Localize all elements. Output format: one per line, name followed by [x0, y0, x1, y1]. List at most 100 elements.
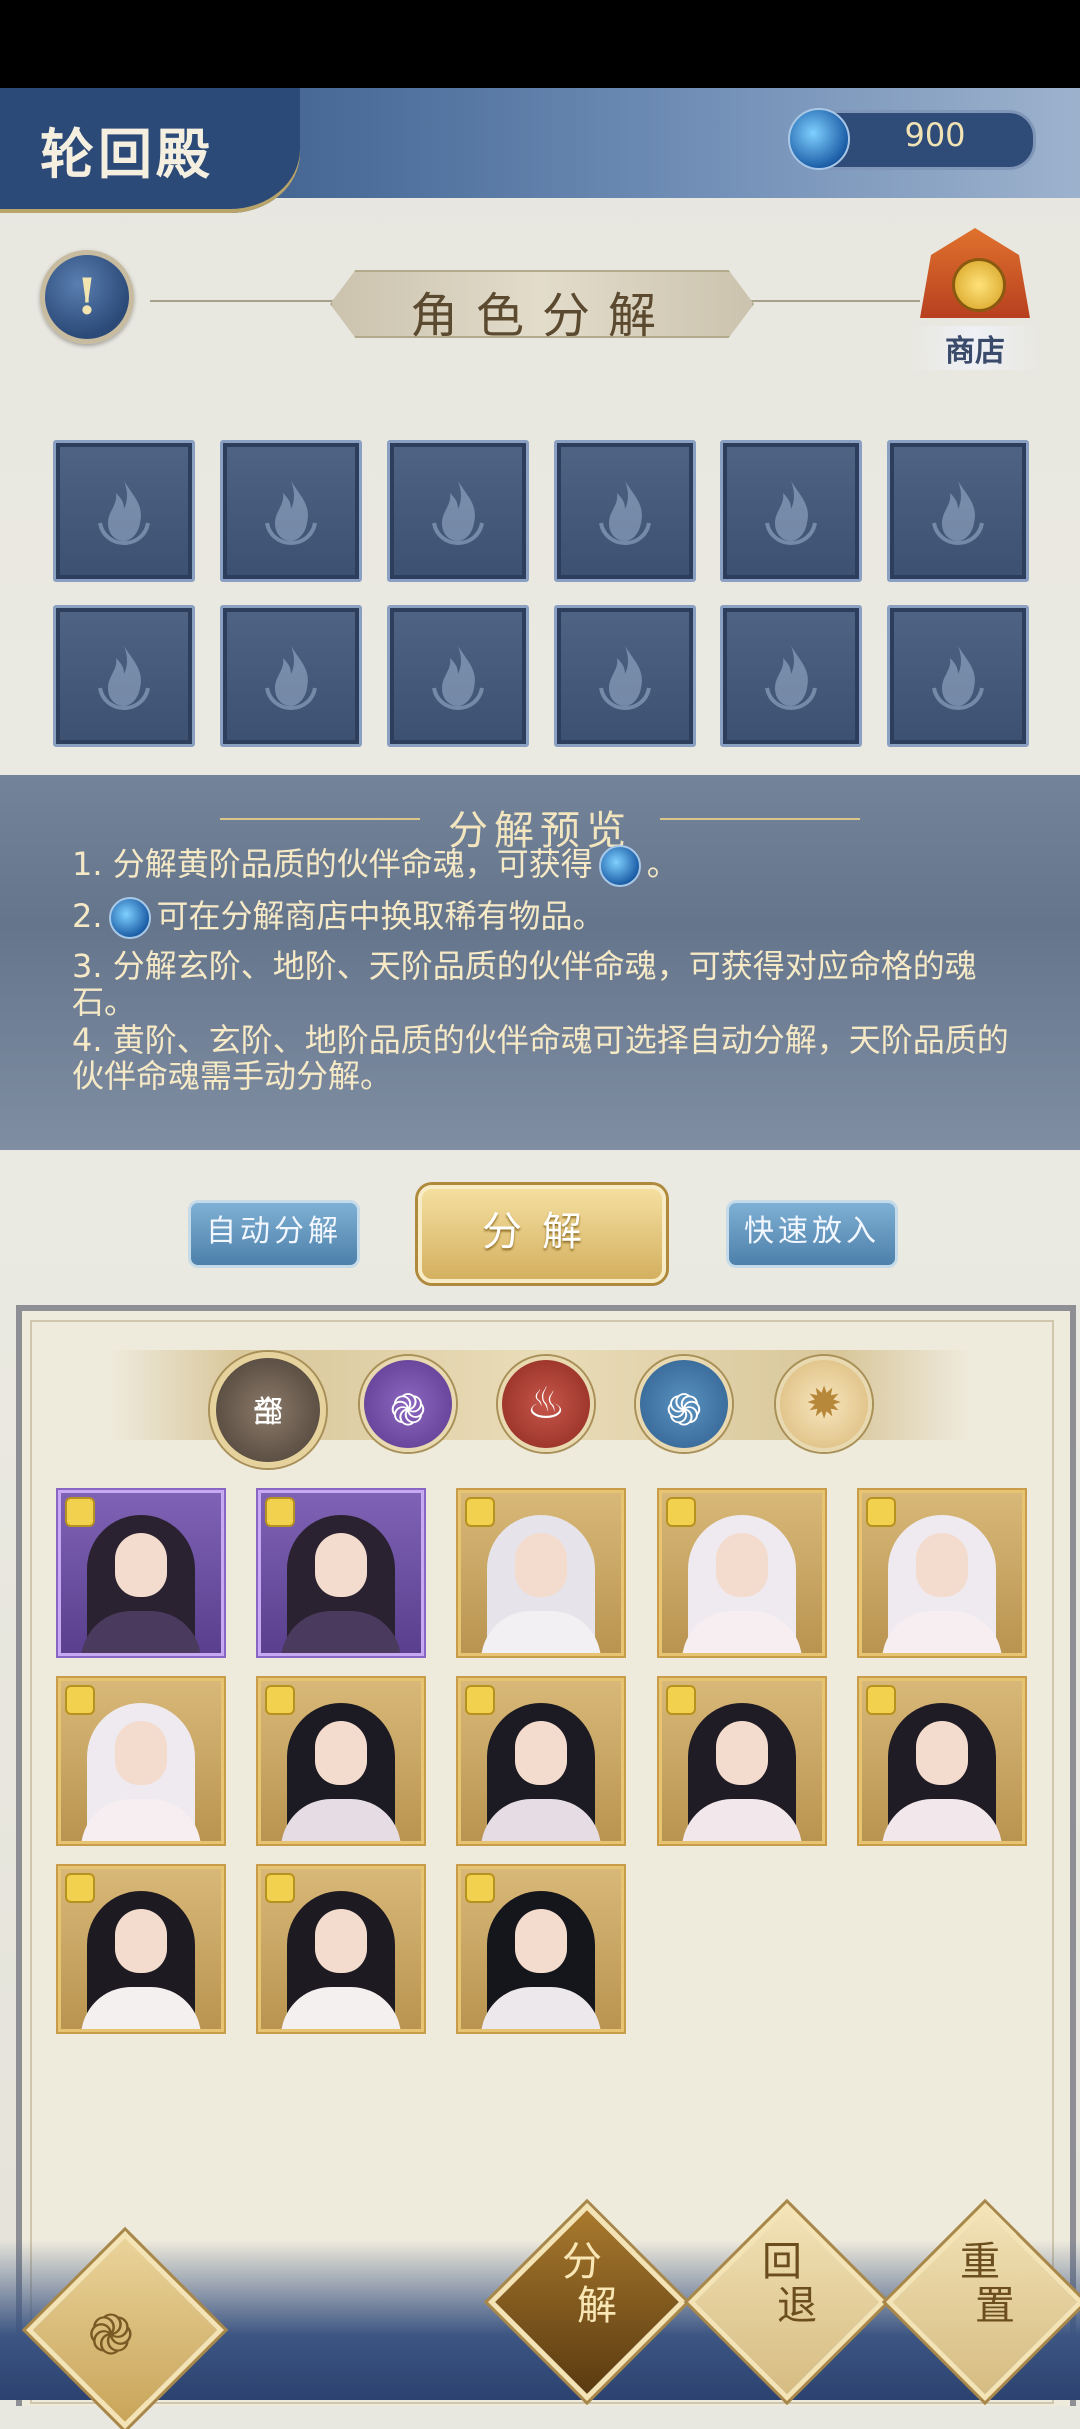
puzzle-piece-icon — [467, 1499, 493, 1525]
soul-orb-icon — [788, 108, 850, 170]
partner-card[interactable] — [859, 1678, 1025, 1844]
coin-icon — [952, 258, 1006, 312]
puzzle-piece-icon — [868, 1499, 894, 1525]
flame-icon: ♨ — [526, 1378, 566, 1429]
soul-flame-icon — [928, 477, 988, 547]
back-bottom: 退 — [777, 2283, 817, 2329]
portrait-face — [115, 1909, 167, 1973]
portrait-face — [515, 1721, 567, 1785]
reset-label: 重置 — [915, 2240, 1045, 2328]
shop-button[interactable]: 商店 — [910, 218, 1040, 370]
status-bar — [0, 0, 1080, 88]
partner-card[interactable] — [258, 1678, 424, 1844]
reset-bottom: 置 — [975, 2283, 1015, 2329]
preview-line-3: 3. 分解玄阶、地阶、天阶品质的伙伴命魂，可获得对应命格的魂石。 — [72, 947, 977, 1021]
preview-line-1-end: 。 — [646, 845, 679, 883]
soul-flame-icon — [94, 642, 154, 712]
puzzle-piece-icon — [467, 1875, 493, 1901]
soul-flame-icon — [928, 642, 988, 712]
decompose-slot[interactable] — [887, 440, 1029, 582]
filter-light-button[interactable]: ✹ — [776, 1356, 872, 1452]
preview-line-2-num: 2. — [72, 897, 103, 935]
portrait-face — [115, 1533, 167, 1597]
decompose-slot[interactable] — [220, 605, 362, 747]
puzzle-piece-icon — [868, 1687, 894, 1713]
filter-fire-button[interactable]: ♨ — [498, 1356, 594, 1452]
portrait-face — [115, 1721, 167, 1785]
puzzle-piece-icon — [267, 1499, 293, 1525]
quick-place-button[interactable]: 快速放入 — [726, 1200, 898, 1268]
currency-value: 900 — [904, 116, 966, 154]
soul-orb-icon — [598, 845, 641, 887]
puzzle-piece-icon — [668, 1499, 694, 1525]
soul-flame-icon — [761, 642, 821, 712]
sun-icon: ✹ — [805, 1378, 843, 1429]
puzzle-piece-icon — [67, 1499, 93, 1525]
soul-flame-icon — [94, 477, 154, 547]
exclamation-icon: ! — [76, 267, 98, 326]
decompose-slot[interactable] — [720, 605, 862, 747]
back-label: 回退 — [717, 2240, 847, 2328]
filter-water-button[interactable]: ֍ — [636, 1356, 732, 1452]
decompose-button[interactable]: 分解 — [418, 1185, 666, 1283]
decompose-slot[interactable] — [220, 440, 362, 582]
filter-all-label-2: 部 — [253, 1395, 283, 1430]
partner-card[interactable] — [458, 1490, 624, 1656]
reset-top: 重 — [960, 2239, 1000, 2285]
partner-card[interactable] — [58, 1866, 224, 2032]
puzzle-piece-icon — [467, 1687, 493, 1713]
puzzle-piece-icon — [67, 1687, 93, 1713]
decompose-slot[interactable] — [387, 605, 529, 747]
portrait-face — [515, 1909, 567, 1973]
soul-orb-icon — [108, 897, 151, 939]
wave-icon: ֍ — [666, 1385, 702, 1436]
info-button[interactable]: ! — [40, 250, 134, 344]
partner-card[interactable] — [58, 1490, 224, 1656]
decompose-slot[interactable] — [720, 440, 862, 582]
swirl-icon: ֎ — [390, 1385, 426, 1436]
preview-line-4: 4. 黄阶、玄阶、地阶品质的伙伴命魂可选择自动分解，天阶品质的伙伴命魂需手动分解… — [72, 1021, 1009, 1095]
partner-card[interactable] — [458, 1866, 624, 2032]
partner-card[interactable] — [659, 1490, 825, 1656]
bottom-decompose-bottom: 解 — [577, 2283, 617, 2329]
preview-line-1: 1. 分解黄阶品质的伙伴命魂，可获得 。 — [72, 845, 1012, 887]
soul-flame-icon — [595, 477, 655, 547]
soul-flame-icon — [428, 642, 488, 712]
portrait-face — [315, 1533, 367, 1597]
portrait-face — [315, 1909, 367, 1973]
soul-flame-icon — [261, 642, 321, 712]
partner-card[interactable] — [58, 1678, 224, 1844]
decompose-slot[interactable] — [387, 440, 529, 582]
decompose-slot[interactable] — [53, 440, 195, 582]
bottom-decompose-label: 分解 — [517, 2240, 647, 2328]
soul-flame-icon — [428, 477, 488, 547]
filter-purple-button[interactable]: ֎ — [360, 1356, 456, 1452]
swirl-icon: ֎ — [88, 2303, 134, 2368]
puzzle-piece-icon — [67, 1875, 93, 1901]
partner-card[interactable] — [859, 1490, 1025, 1656]
puzzle-piece-icon — [267, 1875, 293, 1901]
portrait-face — [515, 1533, 567, 1597]
decompose-slot[interactable] — [554, 440, 696, 582]
section-title: 角色分解 — [409, 288, 674, 344]
preview-line-2-text: 可在分解商店中换取稀有物品。 — [156, 897, 605, 935]
shop-label: 商店 — [910, 326, 1040, 370]
decompose-slot[interactable] — [53, 605, 195, 747]
page-title: 轮回殿 — [40, 122, 214, 186]
preview-line-1-text: 1. 分解黄阶品质的伙伴命魂，可获得 — [72, 845, 593, 883]
filter-all-button[interactable]: 全部 — [210, 1352, 326, 1468]
puzzle-piece-icon — [668, 1687, 694, 1713]
auto-decompose-button[interactable]: 自动分解 — [188, 1200, 360, 1268]
soul-flame-icon — [261, 477, 321, 547]
decompose-slot[interactable] — [887, 605, 1029, 747]
partner-card[interactable] — [258, 1490, 424, 1656]
partner-card[interactable] — [659, 1678, 825, 1844]
partner-card[interactable] — [458, 1678, 624, 1844]
portrait-face — [716, 1533, 768, 1597]
bottom-decompose-top: 分 — [562, 2239, 602, 2285]
decompose-slot[interactable] — [554, 605, 696, 747]
portrait-face — [916, 1721, 968, 1785]
back-top: 回 — [762, 2239, 802, 2285]
section-title-banner: 角色分解 — [330, 270, 754, 338]
partner-card[interactable] — [258, 1866, 424, 2032]
